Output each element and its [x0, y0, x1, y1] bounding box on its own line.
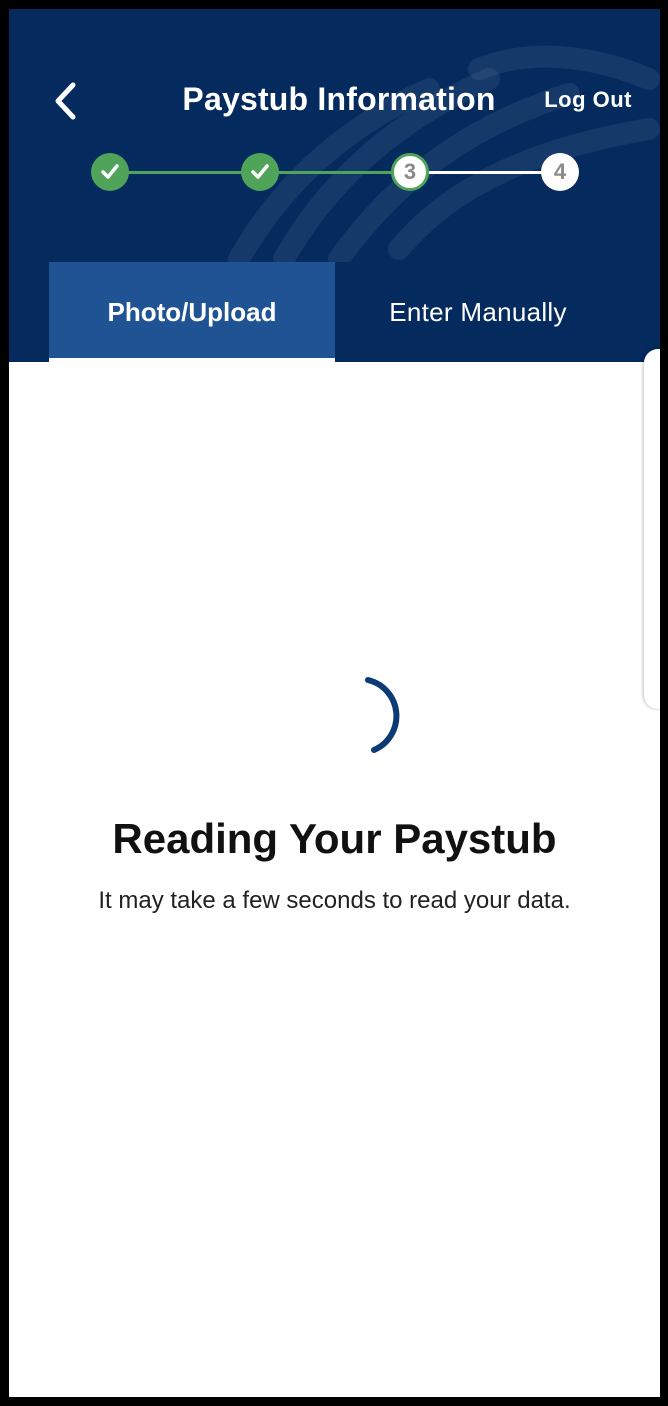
step-4: 4 [541, 153, 579, 191]
tab-photo-upload[interactable]: Photo/Upload [49, 262, 335, 362]
page-title: Paystub Information [182, 81, 496, 117]
side-drawer-handle[interactable] [644, 349, 660, 709]
logout-button[interactable]: Log Out [544, 87, 632, 113]
app-screen: Paystub Information Log Out 3 4 Photo/Up… [9, 9, 660, 1397]
step-3: 3 [391, 153, 429, 191]
step-1 [91, 153, 129, 191]
back-button[interactable] [45, 79, 85, 123]
step-2 [241, 153, 279, 191]
eagle-watermark-icon [228, 45, 660, 262]
step-connector [410, 171, 560, 174]
header: Paystub Information Log Out 3 4 [9, 9, 660, 262]
tab-label: Enter Manually [389, 296, 567, 327]
tab-bar: Photo/Upload Enter Manually [9, 262, 660, 362]
loading-heading: Reading Your Paystub [112, 815, 557, 862]
step-connector [260, 171, 410, 174]
tab-enter-manually[interactable]: Enter Manually [335, 262, 621, 362]
loading-subtext: It may take a few seconds to read your d… [98, 887, 571, 914]
check-icon [101, 164, 119, 179]
active-tab-indicator [49, 358, 335, 362]
loading-spinner-icon [365, 677, 400, 753]
check-icon [251, 164, 269, 179]
step-connector [110, 171, 260, 174]
tab-label: Photo/Upload [107, 296, 277, 327]
progress-stepper: 3 4 [9, 149, 660, 195]
chevron-left-icon [55, 82, 76, 120]
